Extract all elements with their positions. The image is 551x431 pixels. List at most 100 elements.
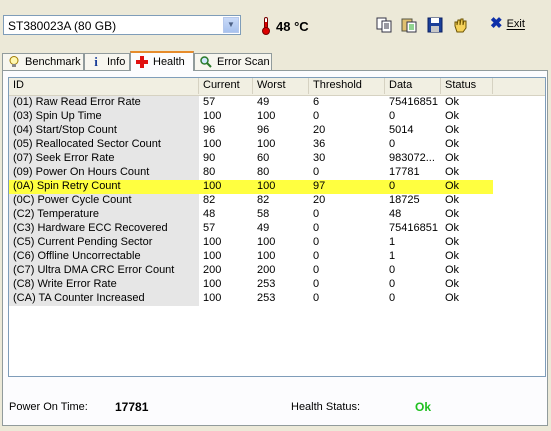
cell-current: 57 [203, 96, 216, 108]
hand-icon [454, 18, 467, 33]
copy-all-button[interactable] [399, 16, 419, 34]
cell-worst: 49 [257, 222, 270, 234]
column-header-threshold[interactable]: Threshold [309, 78, 385, 94]
cell-worst: 49 [257, 96, 270, 108]
table-row[interactable]: (0C) Power Cycle Count 82 82 20 18725 Ok [9, 194, 545, 208]
cell-id: (C2) Temperature [9, 208, 199, 222]
chevron-down-icon[interactable]: ▼ [223, 17, 239, 33]
cell-status: Ok [445, 236, 460, 248]
red-cross-icon [136, 56, 148, 68]
cell-data: 0 [389, 110, 396, 122]
cell-data: 1 [389, 250, 396, 262]
copy-button[interactable] [374, 16, 394, 34]
cell-current: 100 [203, 250, 222, 262]
cell-current: 100 [203, 278, 222, 290]
cell-status: Ok [445, 124, 460, 136]
table-row[interactable]: (CA) TA Counter Increased 100 253 0 0 Ok [9, 292, 545, 306]
tab-info[interactable]: i Info [84, 53, 130, 70]
list-header: ID Current Worst Threshold Data Status [9, 78, 545, 96]
table-row[interactable]: (07) Seek Error Rate 90 60 30 983072... Ok [9, 152, 545, 166]
temperature-value: 48 °C [276, 18, 309, 34]
cell-status: Ok [445, 264, 460, 276]
column-header-current[interactable]: Current [199, 78, 253, 94]
cell-current: 100 [199, 180, 253, 194]
table-row[interactable]: (0A) Spin Retry Count 100 100 97 0 Ok [9, 180, 545, 194]
cell-id: (09) Power On Hours Count [9, 166, 199, 180]
cell-data: 0 [385, 180, 441, 194]
tab-label: Benchmark [25, 56, 81, 68]
table-row[interactable]: (09) Power On Hours Count 80 80 0 17781 Ok [9, 166, 545, 180]
drive-select-value: ST380023A (80 GB) [8, 19, 117, 33]
cell-id: (CA) TA Counter Increased [9, 292, 199, 306]
cell-current: 48 [203, 208, 216, 220]
cell-id: (0C) Power Cycle Count [9, 194, 199, 208]
cell-data: 75416851 [389, 222, 438, 234]
cell-id: (07) Seek Error Rate [9, 152, 199, 166]
cell-data: 0 [389, 264, 396, 276]
save-button[interactable] [425, 16, 445, 34]
cell-id: (04) Start/Stop Count [9, 124, 199, 138]
column-header-status[interactable]: Status [441, 78, 493, 94]
cell-threshold: 6 [313, 96, 320, 108]
cell-current: 80 [203, 166, 216, 178]
options-button[interactable] [451, 16, 471, 34]
table-row[interactable]: (C8) Write Error Rate 100 253 0 0 Ok [9, 278, 545, 292]
smart-attributes-list[interactable]: ID Current Worst Threshold Data Status (… [8, 77, 546, 377]
cell-status: Ok [445, 278, 460, 290]
cell-worst: 82 [257, 194, 270, 206]
cell-worst: 100 [253, 180, 309, 194]
column-header-data[interactable]: Data [385, 78, 441, 94]
cell-worst: 100 [257, 110, 276, 122]
cell-worst: 253 [257, 278, 276, 290]
cell-status: Ok [445, 222, 460, 234]
cell-worst: 58 [257, 208, 270, 220]
tab-label: Error Scan [217, 56, 270, 68]
cell-threshold: 30 [313, 152, 326, 164]
cell-current: 100 [203, 138, 222, 150]
cell-threshold: 0 [313, 110, 320, 122]
cell-threshold: 0 [313, 278, 320, 290]
clipboard-icon [401, 18, 417, 33]
cell-id: (C3) Hardware ECC Recovered [9, 222, 199, 236]
tab-error-scan[interactable]: Error Scan [194, 53, 272, 70]
cell-threshold: 0 [313, 264, 320, 276]
table-row[interactable]: (03) Spin Up Time 100 100 0 0 Ok [9, 110, 545, 124]
table-row[interactable]: (04) Start/Stop Count 96 96 20 5014 Ok [9, 124, 545, 138]
tab-benchmark[interactable]: Benchmark [2, 53, 84, 70]
cell-threshold: 0 [313, 292, 320, 304]
close-icon: ✖ [490, 15, 503, 32]
cell-data: 18725 [389, 194, 420, 206]
cell-status: Ok [445, 194, 460, 206]
table-row[interactable]: (C2) Temperature 48 58 0 48 Ok [9, 208, 545, 222]
cell-current: 57 [203, 222, 216, 234]
column-header-worst[interactable]: Worst [253, 78, 309, 94]
cell-worst: 100 [257, 250, 276, 262]
magnifier-icon [200, 56, 212, 68]
column-header-id[interactable]: ID [9, 78, 199, 94]
table-row[interactable]: (C5) Current Pending Sector 100 100 0 1 Ok [9, 236, 545, 250]
cell-worst: 200 [257, 264, 276, 276]
table-row[interactable]: (C6) Offline Uncorrectable 100 100 0 1 Ok [9, 250, 545, 264]
cell-threshold: 0 [313, 250, 320, 262]
cell-worst: 96 [257, 124, 270, 136]
cell-status: Ok [445, 96, 460, 108]
table-row[interactable]: (05) Reallocated Sector Count 100 100 36 0 Ok [9, 138, 545, 152]
cell-current: 100 [203, 292, 222, 304]
power-on-time-value: 17781 [115, 400, 149, 414]
table-row[interactable]: (C7) Ultra DMA CRC Error Count 200 200 0 0 Ok [9, 264, 545, 278]
cell-status: Ok [441, 180, 493, 194]
exit-button[interactable]: ✖ Exit [490, 15, 525, 32]
cell-status: Ok [445, 152, 460, 164]
thermometer-icon [262, 17, 270, 35]
cell-id: (C8) Write Error Rate [9, 278, 199, 292]
drive-select[interactable]: ST380023A (80 GB) ▼ [3, 15, 241, 35]
cell-threshold: 97 [309, 180, 385, 194]
cell-data: 1 [389, 236, 396, 248]
cell-data: 983072... [389, 152, 435, 164]
cell-id: (C6) Offline Uncorrectable [9, 250, 199, 264]
health-status-label: Health Status: [291, 401, 361, 413]
table-row[interactable]: (C3) Hardware ECC Recovered 57 49 0 75416851… [9, 222, 545, 236]
table-row[interactable]: (01) Raw Read Error Rate 57 49 6 75416851 Ok [9, 96, 545, 110]
cell-status: Ok [445, 250, 460, 262]
tab-health[interactable]: Health [130, 51, 194, 71]
